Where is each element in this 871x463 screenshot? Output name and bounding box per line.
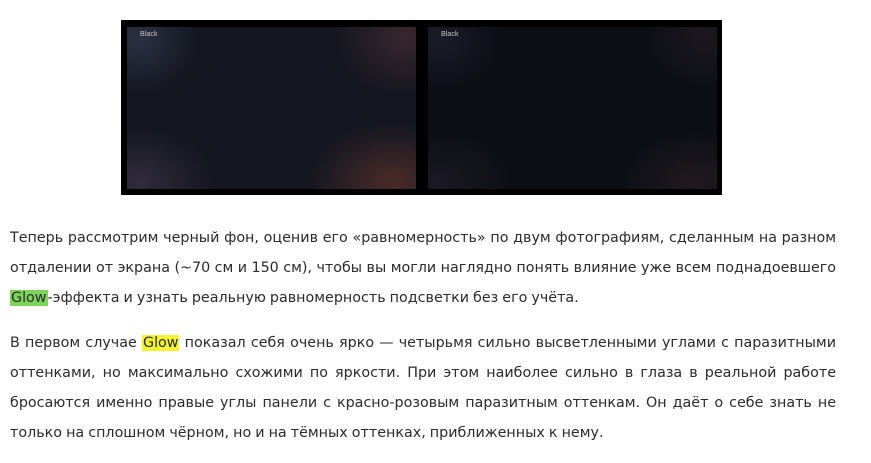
glow-highlight-1: Glow xyxy=(10,290,48,306)
photo-black-near: Black xyxy=(127,27,416,189)
black-uniformity-photos: Black Black xyxy=(121,20,722,195)
paragraph-1-text-start: Теперь рассмотрим черный фон, оценив его… xyxy=(10,230,836,276)
glow-highlight-2: Glow xyxy=(141,335,180,351)
paragraph-2-text-start: В первом случае xyxy=(10,335,142,351)
article-body: Теперь рассмотрим черный фон, оценив его… xyxy=(10,223,836,463)
photo-label-right: Black xyxy=(441,31,459,38)
paragraph-1: Теперь рассмотрим черный фон, оценив его… xyxy=(10,223,836,313)
photo-label-left: Black xyxy=(140,31,158,38)
paragraph-2: В первом случае Glow показал себя очень … xyxy=(10,328,836,448)
paragraph-1-text-end: -эффекта и узнать реальную равномерность… xyxy=(47,290,579,306)
photo-black-far: Black xyxy=(428,27,717,189)
